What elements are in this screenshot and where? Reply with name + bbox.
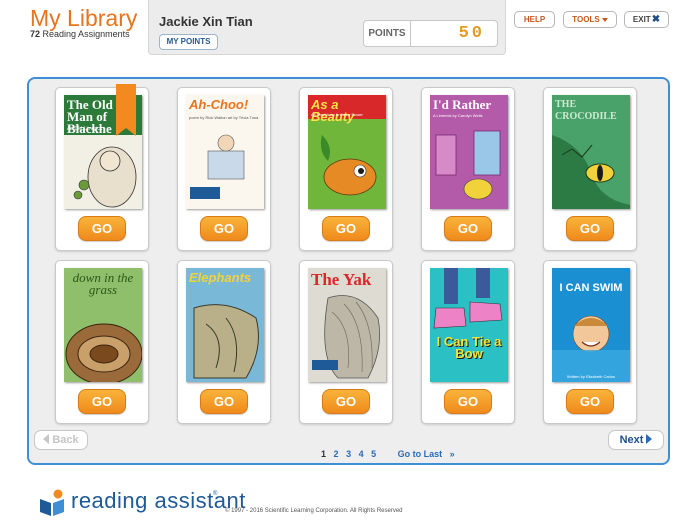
- points-display: POINTS 50: [363, 20, 498, 47]
- points-label: POINTS: [364, 21, 411, 46]
- book-title: Ah-Choo!: [189, 97, 249, 112]
- book-cover-art: [190, 134, 245, 199]
- page-title: My Library: [30, 5, 138, 31]
- page-link[interactable]: 4: [359, 449, 364, 459]
- go-button[interactable]: GO: [322, 389, 370, 414]
- user-name: Jackie Xin Tian: [159, 14, 253, 29]
- pagination: 1 2 3 4 5 Go to Last »: [321, 449, 465, 459]
- go-button[interactable]: GO: [566, 216, 614, 241]
- exit-button[interactable]: EXIT✖: [624, 11, 669, 28]
- exit-label: EXIT: [632, 15, 651, 24]
- book-subtitle: Written by Elizabeth Carlos: [566, 374, 616, 379]
- go-to-last-label: Go to Last: [397, 449, 443, 459]
- book-cover[interactable]: The Yak: [308, 268, 386, 382]
- book-title: Elephants: [189, 270, 252, 285]
- go-button[interactable]: GO: [78, 389, 126, 414]
- book-cover-art: [193, 304, 259, 379]
- book-title: I CAN SWIM: [559, 282, 623, 294]
- library-panel: The Old Man of Blackhe An Old Limerick G…: [27, 77, 670, 465]
- next-label: Next: [619, 434, 644, 446]
- book-cover[interactable]: Elephants: [186, 268, 264, 382]
- book-card[interactable]: I Can Tie a Bow GO: [421, 260, 515, 424]
- book-subtitle: poem by Rick Walton art by Tricia Tusa: [189, 115, 259, 120]
- book-card[interactable]: The Yak GO: [299, 260, 393, 424]
- help-label: HELP: [523, 15, 546, 24]
- bookmark-icon: [116, 84, 136, 136]
- my-points-button[interactable]: MY POINTS: [159, 34, 218, 50]
- tools-label: TOOLS: [572, 15, 600, 24]
- go-button[interactable]: GO: [200, 216, 248, 241]
- go-button[interactable]: GO: [444, 216, 492, 241]
- book-subtitle: A Limerick by Anthony Euwer: [311, 112, 363, 117]
- book-title: I'd Rather: [433, 97, 492, 112]
- page-link[interactable]: 2: [334, 449, 339, 459]
- book-card[interactable]: The Old Man of Blackhe An Old Limerick G…: [55, 84, 149, 251]
- assignment-count: 72: [30, 29, 41, 39]
- header: My Library 72 Reading Assignments Jackie…: [0, 0, 700, 70]
- chevron-left-icon: [43, 434, 50, 444]
- assignment-summary: 72 Reading Assignments: [30, 29, 130, 39]
- book-card[interactable]: I CAN SWIM Written by Elizabeth Carlos G…: [543, 260, 637, 424]
- back-label: Back: [52, 434, 79, 446]
- go-button[interactable]: GO: [78, 216, 126, 241]
- go-button[interactable]: GO: [566, 389, 614, 414]
- next-button[interactable]: Next: [608, 430, 664, 450]
- help-button[interactable]: HELP: [514, 11, 555, 28]
- book-subtitle: A Limerick by Carolyn Wells: [433, 113, 483, 118]
- assignment-label: Reading Assignments: [42, 29, 130, 39]
- go-to-last-link[interactable]: Go to Last »: [398, 449, 460, 459]
- go-button[interactable]: GO: [444, 389, 492, 414]
- user-panel: Jackie Xin Tian MY POINTS POINTS 50: [148, 0, 506, 55]
- book-cover[interactable]: As a Beauty A Limerick by Anthony Euwer: [308, 95, 386, 209]
- tools-button[interactable]: TOOLS: [563, 11, 617, 28]
- chevron-right-icon: [646, 434, 653, 444]
- brand-name: reading assistant: [71, 488, 246, 513]
- reading-assistant-logo-icon: [40, 489, 64, 516]
- book-card[interactable]: Elephants GO: [177, 260, 271, 424]
- book-card[interactable]: I'd Rather A Limerick by Carolyn Wells G…: [421, 87, 515, 251]
- page-link[interactable]: 3: [346, 449, 351, 459]
- book-cover[interactable]: I CAN SWIM Written by Elizabeth Carlos: [552, 268, 630, 382]
- book-cover[interactable]: I'd Rather A Limerick by Carolyn Wells: [430, 95, 508, 209]
- book-card[interactable]: THE CROCODILE GO: [543, 87, 637, 251]
- page-link-current[interactable]: 1: [321, 449, 326, 459]
- page-link[interactable]: 5: [371, 449, 376, 459]
- book-cover[interactable]: I Can Tie a Bow: [430, 268, 508, 382]
- book-cover-art: [433, 268, 503, 329]
- book-title: THE CROCODILE: [555, 99, 617, 122]
- go-button[interactable]: GO: [322, 216, 370, 241]
- book-card[interactable]: Ah-Choo! poem by Rick Walton art by Tric…: [177, 87, 271, 251]
- go-button[interactable]: GO: [200, 389, 248, 414]
- points-value: 50: [458, 24, 485, 43]
- book-cover[interactable]: THE CROCODILE: [552, 95, 630, 209]
- back-button[interactable]: Back: [34, 430, 88, 450]
- close-icon: ✖: [651, 14, 661, 25]
- chevron-down-icon: [601, 17, 608, 22]
- copyright: © 1997 - 2016 Scientific Learning Corpor…: [225, 508, 403, 514]
- double-chevron-right-icon: »: [449, 449, 455, 459]
- book-title: down in the grass: [72, 270, 134, 297]
- book-cover[interactable]: down in the grass: [64, 268, 142, 382]
- book-card[interactable]: As a Beauty A Limerick by Anthony Euwer …: [299, 87, 393, 251]
- footer: reading assistant ® © 1997 - 2016 Scient…: [38, 487, 678, 517]
- book-title: As a Beauty: [311, 97, 355, 124]
- book-card[interactable]: down in the grass GO: [55, 260, 149, 424]
- book-title: I Can Tie a Bow: [436, 334, 502, 361]
- book-title: The Yak: [311, 270, 372, 289]
- trademark: ®: [213, 491, 218, 497]
- book-cover[interactable]: Ah-Choo! poem by Rick Walton art by Tric…: [186, 95, 264, 209]
